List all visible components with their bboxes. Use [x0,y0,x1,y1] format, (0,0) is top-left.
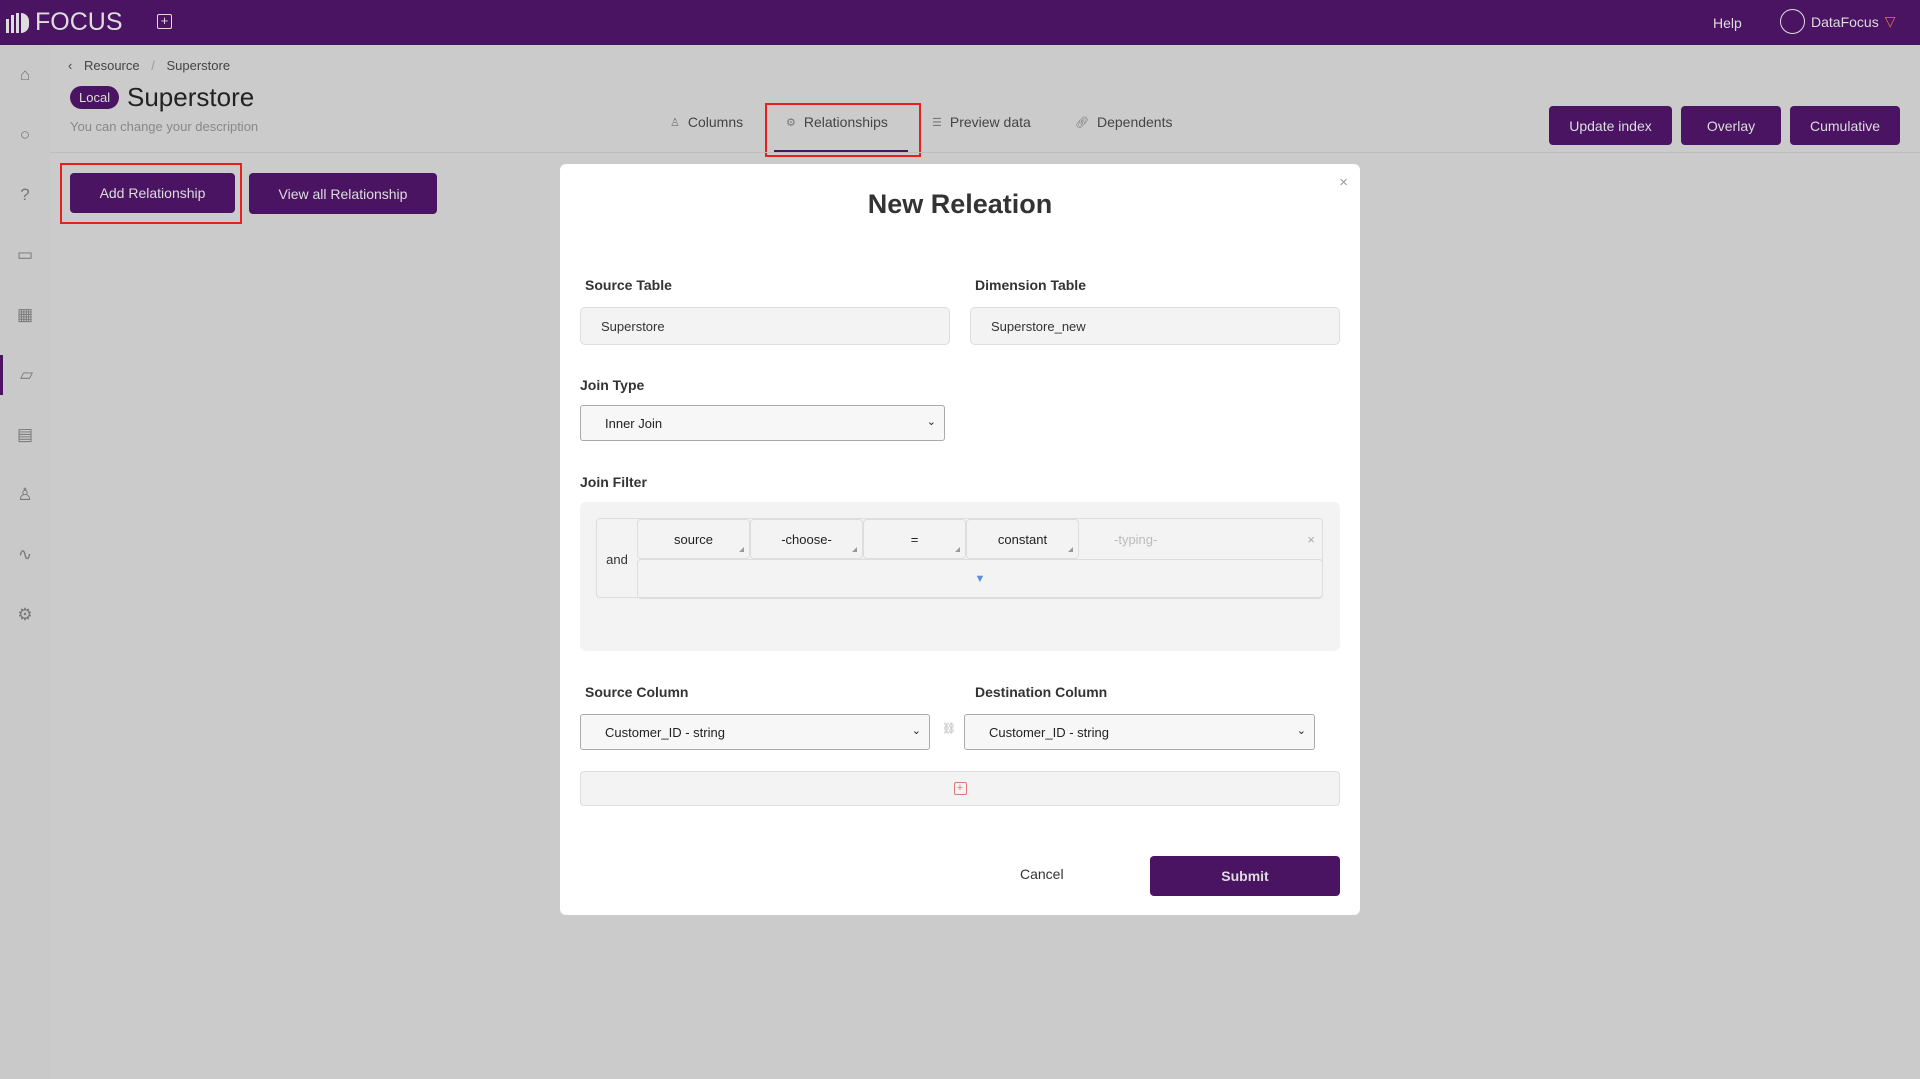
cumulative-button[interactable]: Cumulative [1790,106,1900,145]
remove-filter-icon[interactable]: × [1307,532,1315,547]
join-type-value: Inner Join [605,415,663,431]
tab-label: Preview data [949,114,1031,130]
home-icon[interactable]: ⌂ [0,55,50,95]
avatar-icon [1780,9,1805,34]
chevron-down-icon: ⌄ [1296,725,1306,737]
source-column-label: Source Column [585,684,689,700]
link-icon: 🔗︎ [1075,116,1089,129]
join-type-select[interactable]: Inner Join ⌄ [580,405,945,441]
clipboard-icon[interactable]: ▤ [0,415,50,455]
user-icon[interactable]: ♙ [0,475,50,515]
diamond-icon: ▽ [1884,13,1896,29]
sidebar: ⌂ ○ ? ▭ ▦ ▱ ▤ ♙ ∿ ⚙ [0,45,50,1079]
chevron-down-icon: ⌄ [911,725,921,737]
breadcrumb-current: Superstore [166,58,231,73]
tab-label: Columns [687,114,744,130]
dimension-table-input[interactable]: Superstore_new [970,307,1340,345]
breadcrumb-separator: / [151,58,155,73]
logo-icon [6,12,29,33]
divider [50,152,1920,153]
filter-value-type-value: constant [997,531,1048,547]
help-icon[interactable]: ? [0,175,50,215]
chevron-down-icon: ⌄ [926,416,936,428]
new-tab-plus-icon[interactable]: + [157,14,172,29]
submit-button[interactable]: Submit [1150,856,1340,896]
view-all-relationship-button[interactable]: View all Relationship [249,173,437,214]
add-relationship-button[interactable]: Add Relationship [70,173,235,213]
overlay-button[interactable]: Overlay [1681,106,1781,145]
folder-icon[interactable]: ▱ [0,355,50,395]
source-column-select[interactable]: Customer_ID - string ⌄ [580,714,930,750]
filter-value-placeholder: -typing- [1114,531,1158,547]
link-icon: ⛓ [942,723,956,735]
plus-square-icon: + [953,782,967,795]
focus-logo[interactable]: FOCUS [6,8,123,37]
highlight-box [765,103,921,157]
expand-filter-icon[interactable]: ▼ [637,559,1323,599]
page-description[interactable]: You can change your description [70,119,258,134]
filter-field-value: -choose- [781,531,832,547]
add-column-pair-button[interactable]: + [580,771,1340,806]
filter-value-input[interactable]: -typing- × [1079,519,1323,559]
filter-row: and source -choose- = constant -typing- ×… [596,518,1323,599]
new-relation-modal: × New Releation Source Table Superstore … [560,164,1360,915]
join-filter-box: and source -choose- = constant -typing- ×… [580,502,1340,651]
destination-column-select[interactable]: Customer_ID - string ⌄ [964,714,1315,750]
tab-label: Dependents [1096,114,1173,130]
tab-columns[interactable]: ♙ Columns [670,114,743,130]
settings-icon[interactable]: ⚙ [0,595,50,635]
destination-column-value: Customer_ID - string [989,724,1109,740]
filter-source-select[interactable]: source [637,519,750,559]
source-column-value: Customer_ID - string [605,724,725,740]
source-table-label: Source Table [585,277,672,293]
local-badge: Local [70,86,120,109]
filter-connector[interactable]: and [597,519,637,599]
activity-icon[interactable]: ∿ [0,535,50,575]
cancel-button[interactable]: Cancel [1020,866,1064,882]
modal-title: New Releation [867,189,1053,219]
dashboard-icon[interactable]: ▭ [0,235,50,275]
filter-operator-select[interactable]: = [863,519,966,559]
filter-field-select[interactable]: -choose- [750,519,863,559]
table-icon[interactable]: ▦ [0,295,50,335]
join-type-label: Join Type [580,377,645,393]
breadcrumb-resource[interactable]: Resource [84,58,140,73]
tab-preview-data[interactable]: ☰ Preview data [932,114,1031,130]
user-menu[interactable]: DataFocus ▽ [1780,9,1895,34]
source-table-input[interactable]: Superstore [580,307,950,345]
filter-source-value: source [673,531,714,547]
breadcrumb: ‹ Resource / Superstore [68,58,238,73]
join-filter-label: Join Filter [580,474,647,490]
update-index-button[interactable]: Update index [1549,106,1672,145]
tab-dependents[interactable]: 🔗︎ Dependents [1075,114,1172,130]
brand-name: FOCUS [35,8,123,36]
dimension-table-label: Dimension Table [975,277,1086,293]
search-icon[interactable]: ○ [0,115,50,155]
page-title: Superstore [127,82,255,112]
user-icon: ♙ [670,116,680,129]
destination-column-label: Destination Column [975,684,1108,700]
database-icon: ☰ [932,116,942,129]
top-header: FOCUS + Help DataFocus ▽ [0,0,1920,45]
filter-operator-value: = [910,531,919,547]
filter-value-type-select[interactable]: constant [966,519,1079,559]
user-name: DataFocus [1811,13,1879,30]
help-link[interactable]: Help [1713,15,1742,31]
back-chevron-icon[interactable]: ‹ [68,58,72,73]
